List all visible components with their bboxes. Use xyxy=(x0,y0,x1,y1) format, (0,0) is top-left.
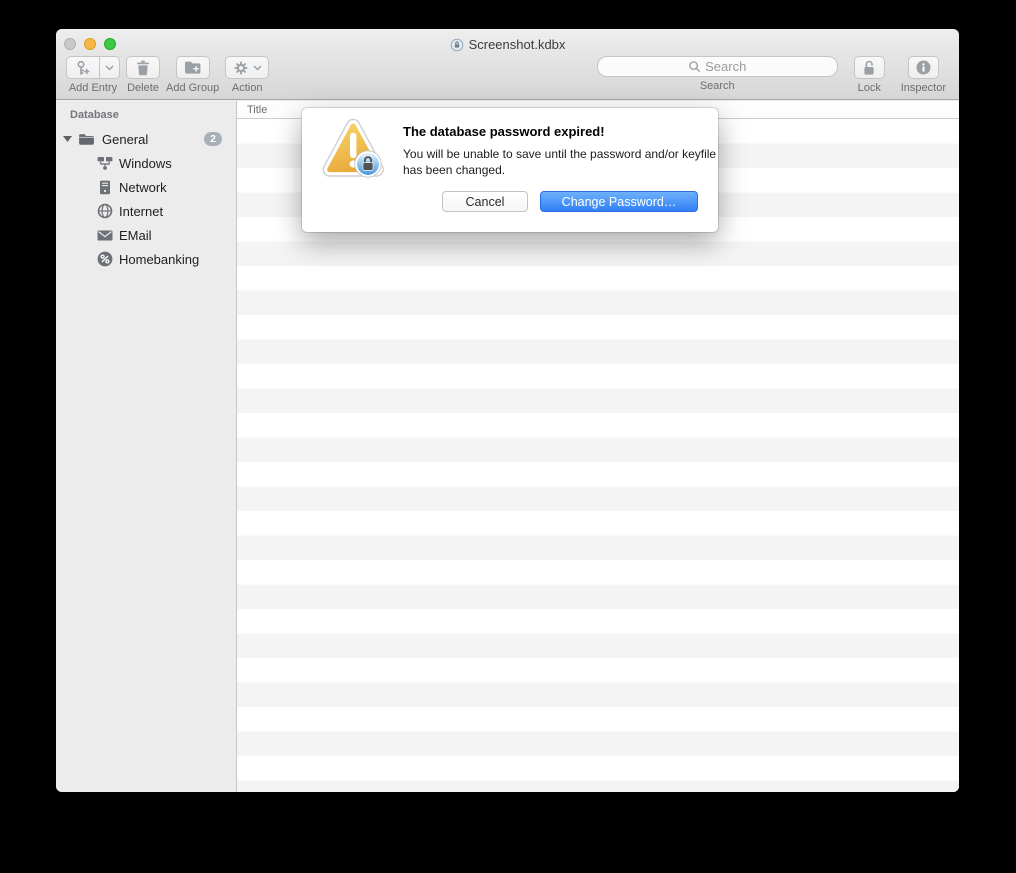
window-title: Screenshot.kdbx xyxy=(468,37,566,52)
sidebar-item-network[interactable]: Network xyxy=(56,175,236,199)
lock-label: Lock xyxy=(857,82,881,94)
alert-message: You will be unable to save until the pas… xyxy=(403,147,717,177)
search-label: Search xyxy=(699,80,735,92)
sidebar-item-general[interactable]: General 2 xyxy=(56,127,236,151)
group-label: General xyxy=(102,131,149,147)
sidebar-item-windows[interactable]: Windows xyxy=(56,151,236,175)
sidebar: Database General 2 Windows Network Inter… xyxy=(56,101,237,792)
search-icon xyxy=(688,60,701,73)
trash-icon xyxy=(136,60,150,76)
group-label: Windows xyxy=(119,155,172,171)
delete-label: Delete xyxy=(127,82,159,94)
folder-icon xyxy=(78,133,95,146)
search-input[interactable]: Search xyxy=(596,56,838,77)
globe-icon xyxy=(96,203,113,219)
lock-button[interactable] xyxy=(853,56,885,79)
delete-button[interactable] xyxy=(126,56,160,79)
envelope-icon xyxy=(96,230,113,241)
sidebar-item-internet[interactable]: Internet xyxy=(56,199,236,223)
alert-title: The database password expired! xyxy=(403,124,605,139)
add-entry-item: Add Entry xyxy=(66,56,120,94)
windows-icon xyxy=(96,156,113,171)
chevron-down-icon xyxy=(105,64,114,71)
sidebar-item-email[interactable]: EMail xyxy=(56,223,236,247)
group-label: Network xyxy=(119,179,167,195)
group-label: Internet xyxy=(119,203,164,219)
disclosure-triangle-icon[interactable] xyxy=(63,136,73,142)
warning-lock-icon xyxy=(321,118,387,185)
action-label: Action xyxy=(231,82,263,94)
chevron-down-icon xyxy=(253,64,262,71)
sidebar-section-header: Database xyxy=(70,109,119,121)
info-icon xyxy=(915,59,932,76)
password-expired-alert: The database password expired! You will … xyxy=(302,108,718,232)
add-entry-dropdown[interactable] xyxy=(99,56,120,79)
search-item: Search Search xyxy=(596,56,838,92)
folder-plus-icon xyxy=(184,60,202,75)
percent-icon xyxy=(96,251,113,267)
delete-item: Delete xyxy=(126,56,160,94)
toolbar-left: Add Entry Delete Add Group Action xyxy=(66,56,270,94)
add-entry-label: Add Entry xyxy=(68,82,118,94)
toolbar-right: Search Search Lock Inspector xyxy=(596,56,946,94)
group-tree: General 2 Windows Network Internet EMail… xyxy=(56,127,236,271)
group-label: Homebanking xyxy=(119,251,200,267)
inspector-item: Inspector xyxy=(901,56,946,94)
add-group-label: Add Group xyxy=(166,82,220,94)
entry-count-badge: 2 xyxy=(204,132,222,146)
gear-icon xyxy=(233,60,249,76)
title-bar-and-toolbar: Screenshot.kdbx Add Entry Delete Add Gro… xyxy=(56,29,959,100)
cancel-button[interactable]: Cancel xyxy=(442,191,528,212)
inspector-button[interactable] xyxy=(907,56,939,79)
key-plus-icon xyxy=(73,60,93,76)
document-proxy-icon xyxy=(450,38,464,52)
unlocked-padlock-icon xyxy=(862,60,876,76)
lock-item: Lock xyxy=(853,56,885,94)
add-group-button[interactable] xyxy=(175,56,210,79)
inspector-label: Inspector xyxy=(900,82,946,94)
search-placeholder: Search xyxy=(705,59,747,74)
app-window: Screenshot.kdbx Add Entry Delete Add Gro… xyxy=(56,29,959,792)
window-title-area: Screenshot.kdbx xyxy=(56,36,959,53)
alert-buttons: Cancel Change Password… xyxy=(442,191,698,212)
server-icon xyxy=(96,180,113,195)
add-entry-button[interactable] xyxy=(66,56,99,79)
sidebar-item-homebanking[interactable]: Homebanking xyxy=(56,247,236,271)
action-item: Action xyxy=(225,56,270,94)
action-button[interactable] xyxy=(225,56,270,79)
add-group-item: Add Group xyxy=(166,56,219,94)
change-password-button[interactable]: Change Password… xyxy=(540,191,698,212)
group-label: EMail xyxy=(119,227,152,243)
